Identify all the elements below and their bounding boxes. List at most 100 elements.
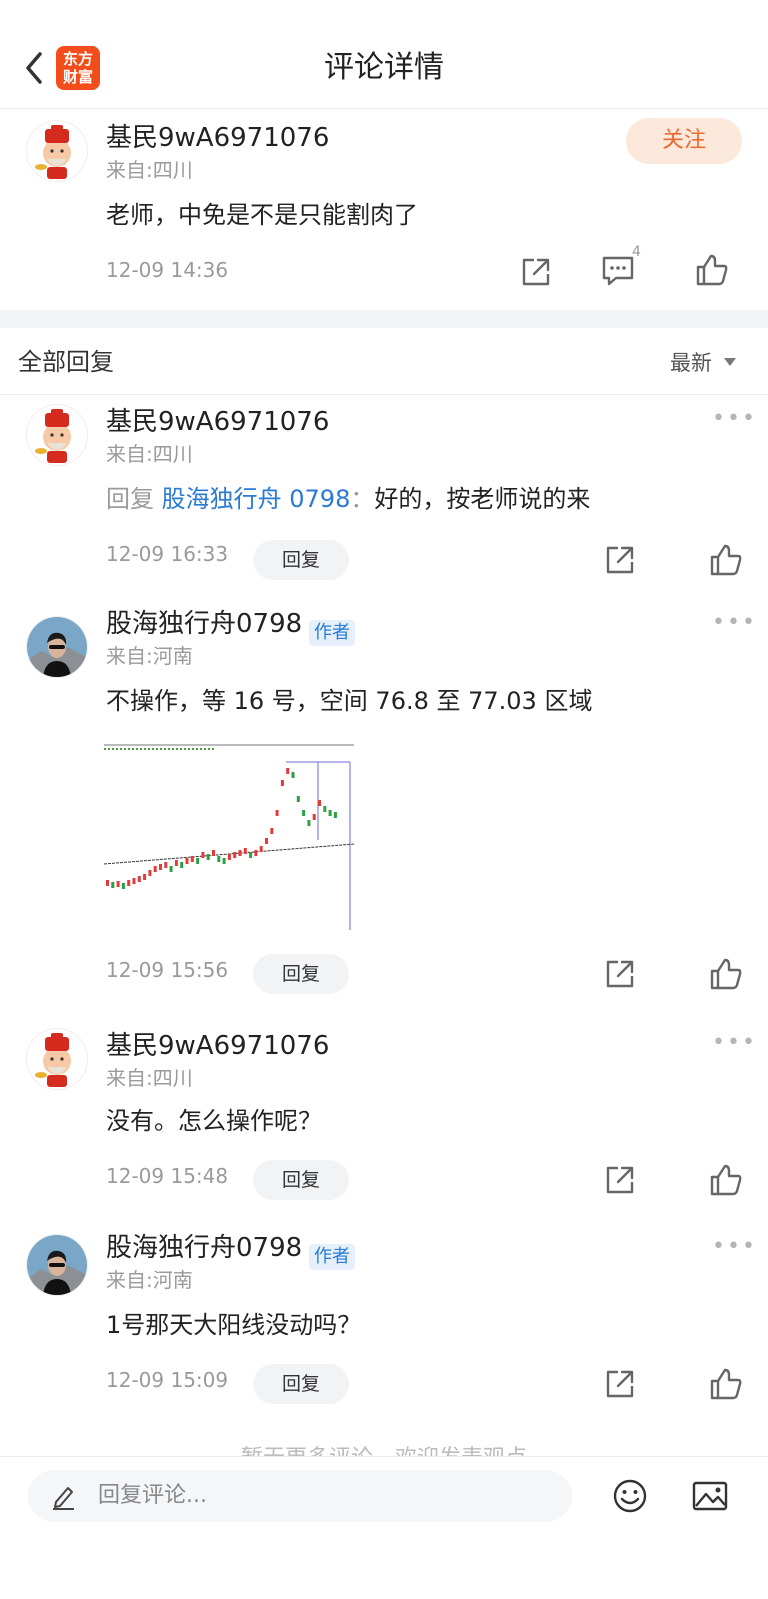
username[interactable]: 基民9wA6971076 — [106, 404, 329, 440]
reply-time: 12-09 15:48 — [106, 1164, 229, 1188]
end-of-comments-text: 暂无更多评论，欢迎发表观点 — [0, 1444, 768, 1456]
thumbs-up-icon[interactable] — [708, 542, 744, 578]
candle-mark — [275, 810, 279, 816]
candle-mark — [238, 850, 242, 856]
emoji-icon[interactable] — [612, 1478, 648, 1514]
reply-text: 回复 股海独行舟 0798：好的，按老师说的来 — [106, 485, 591, 513]
share-icon[interactable] — [518, 254, 554, 290]
share-icon[interactable] — [602, 1366, 638, 1402]
stock-chart-image[interactable] — [104, 744, 360, 934]
candle-mark — [111, 882, 115, 888]
candle-mark — [217, 856, 221, 862]
location-label: 来自:河南 — [106, 1268, 193, 1292]
candle-mark — [227, 854, 231, 860]
thumbs-up-icon[interactable] — [694, 252, 730, 288]
person-photo-avatar-icon — [27, 617, 87, 677]
avatar[interactable] — [26, 616, 88, 678]
replies-header — [0, 328, 768, 395]
candle-mark — [164, 862, 168, 868]
candle-mark — [222, 858, 226, 864]
fortune-god-avatar-icon — [35, 409, 71, 463]
candle-mark — [206, 854, 210, 860]
share-icon[interactable] — [602, 956, 638, 992]
reply-text: 1号那天大阳线没动吗？ — [106, 1311, 362, 1339]
more-options-icon[interactable]: ••• — [712, 406, 757, 431]
candle-mark — [328, 810, 332, 816]
person-photo-avatar-icon — [27, 1235, 87, 1295]
reply-button[interactable]: 回复 — [253, 1364, 349, 1404]
thumbs-up-icon[interactable] — [708, 1366, 744, 1402]
location-label: 来自:河南 — [106, 644, 193, 668]
candle-mark — [201, 852, 205, 858]
candle-mark — [106, 880, 109, 886]
image-picker-icon[interactable] — [692, 1480, 728, 1512]
share-icon[interactable] — [602, 1162, 638, 1198]
candle-mark — [127, 880, 131, 886]
section-divider — [0, 310, 768, 328]
candle-mark — [174, 860, 178, 866]
candle-mark — [307, 820, 311, 826]
candle-mark — [169, 866, 173, 872]
follow-button[interactable]: 关注 — [626, 118, 742, 164]
candle-mark — [333, 812, 337, 818]
thumbs-up-icon[interactable] — [708, 1162, 744, 1198]
candle-mark — [254, 850, 258, 856]
candle-mark — [148, 870, 152, 876]
candle-mark — [159, 864, 162, 870]
share-icon[interactable] — [602, 542, 638, 578]
comment-time: 12-09 14:36 — [106, 258, 229, 282]
avatar[interactable] — [26, 1234, 88, 1296]
avatar[interactable] — [26, 404, 88, 466]
username[interactable]: 股海独行舟0798 — [106, 606, 302, 642]
avatar[interactable] — [26, 1028, 88, 1090]
reply-button[interactable]: 回复 — [253, 1160, 349, 1200]
candle-mark — [265, 838, 268, 844]
candle-mark — [143, 874, 147, 880]
candle-mark — [302, 810, 306, 816]
location-label: 来自:四川 — [106, 442, 193, 466]
reply-count-badge: 4 — [632, 244, 641, 260]
candle-mark — [291, 772, 295, 778]
username[interactable]: 基民9wA6971076 — [106, 120, 329, 156]
candle-mark — [249, 852, 253, 858]
avatar[interactable] — [26, 120, 88, 182]
more-options-icon[interactable]: ••• — [712, 1234, 757, 1259]
page-title: 评论详情 — [324, 50, 444, 85]
candle-mark — [116, 881, 120, 887]
candle-mark — [243, 848, 247, 854]
reply-to-user-link[interactable]: 股海独行舟 0798 — [162, 485, 351, 513]
thumbs-up-icon[interactable] — [708, 956, 744, 992]
candle-mark — [259, 846, 263, 852]
candle-mark — [180, 862, 184, 868]
username[interactable]: 股海独行舟0798 — [106, 1230, 302, 1266]
more-options-icon[interactable]: ••• — [712, 1030, 757, 1055]
candle-mark — [270, 828, 274, 834]
candle-mark — [190, 856, 194, 862]
candle-mark — [318, 800, 321, 806]
reply-text: 没有。怎么操作呢？ — [106, 1107, 322, 1135]
reply-input-placeholder: 回复评论... — [98, 1483, 207, 1508]
candle-mark — [153, 866, 157, 872]
reply-time: 12-09 15:09 — [106, 1368, 229, 1392]
more-options-icon[interactable]: ••• — [712, 610, 757, 635]
caret-down-icon[interactable] — [724, 358, 736, 366]
sort-dropdown[interactable]: 最新 — [670, 348, 712, 378]
author-badge: 作者 — [309, 1244, 355, 1270]
candle-mark — [132, 878, 136, 884]
comment-icon[interactable] — [600, 252, 636, 288]
candle-mark — [233, 852, 237, 858]
candle-mark — [137, 876, 141, 882]
location-label: 来自:四川 — [106, 1066, 193, 1090]
comment-text: 老师，中免是不是只能割肉了 — [106, 201, 418, 229]
reply-time: 12-09 16:33 — [106, 542, 229, 566]
username[interactable]: 基民9wA6971076 — [106, 1028, 329, 1064]
fortune-god-avatar-icon — [35, 1033, 71, 1087]
candle-mark — [296, 796, 300, 802]
location-label: 来自:四川 — [106, 158, 193, 182]
candle-mark — [212, 850, 215, 856]
candle-mark — [312, 814, 316, 820]
reply-button[interactable]: 回复 — [253, 540, 349, 580]
reply-button[interactable]: 回复 — [253, 954, 349, 994]
all-replies-label: 全部回复 — [18, 348, 114, 376]
candle-mark — [280, 780, 284, 786]
